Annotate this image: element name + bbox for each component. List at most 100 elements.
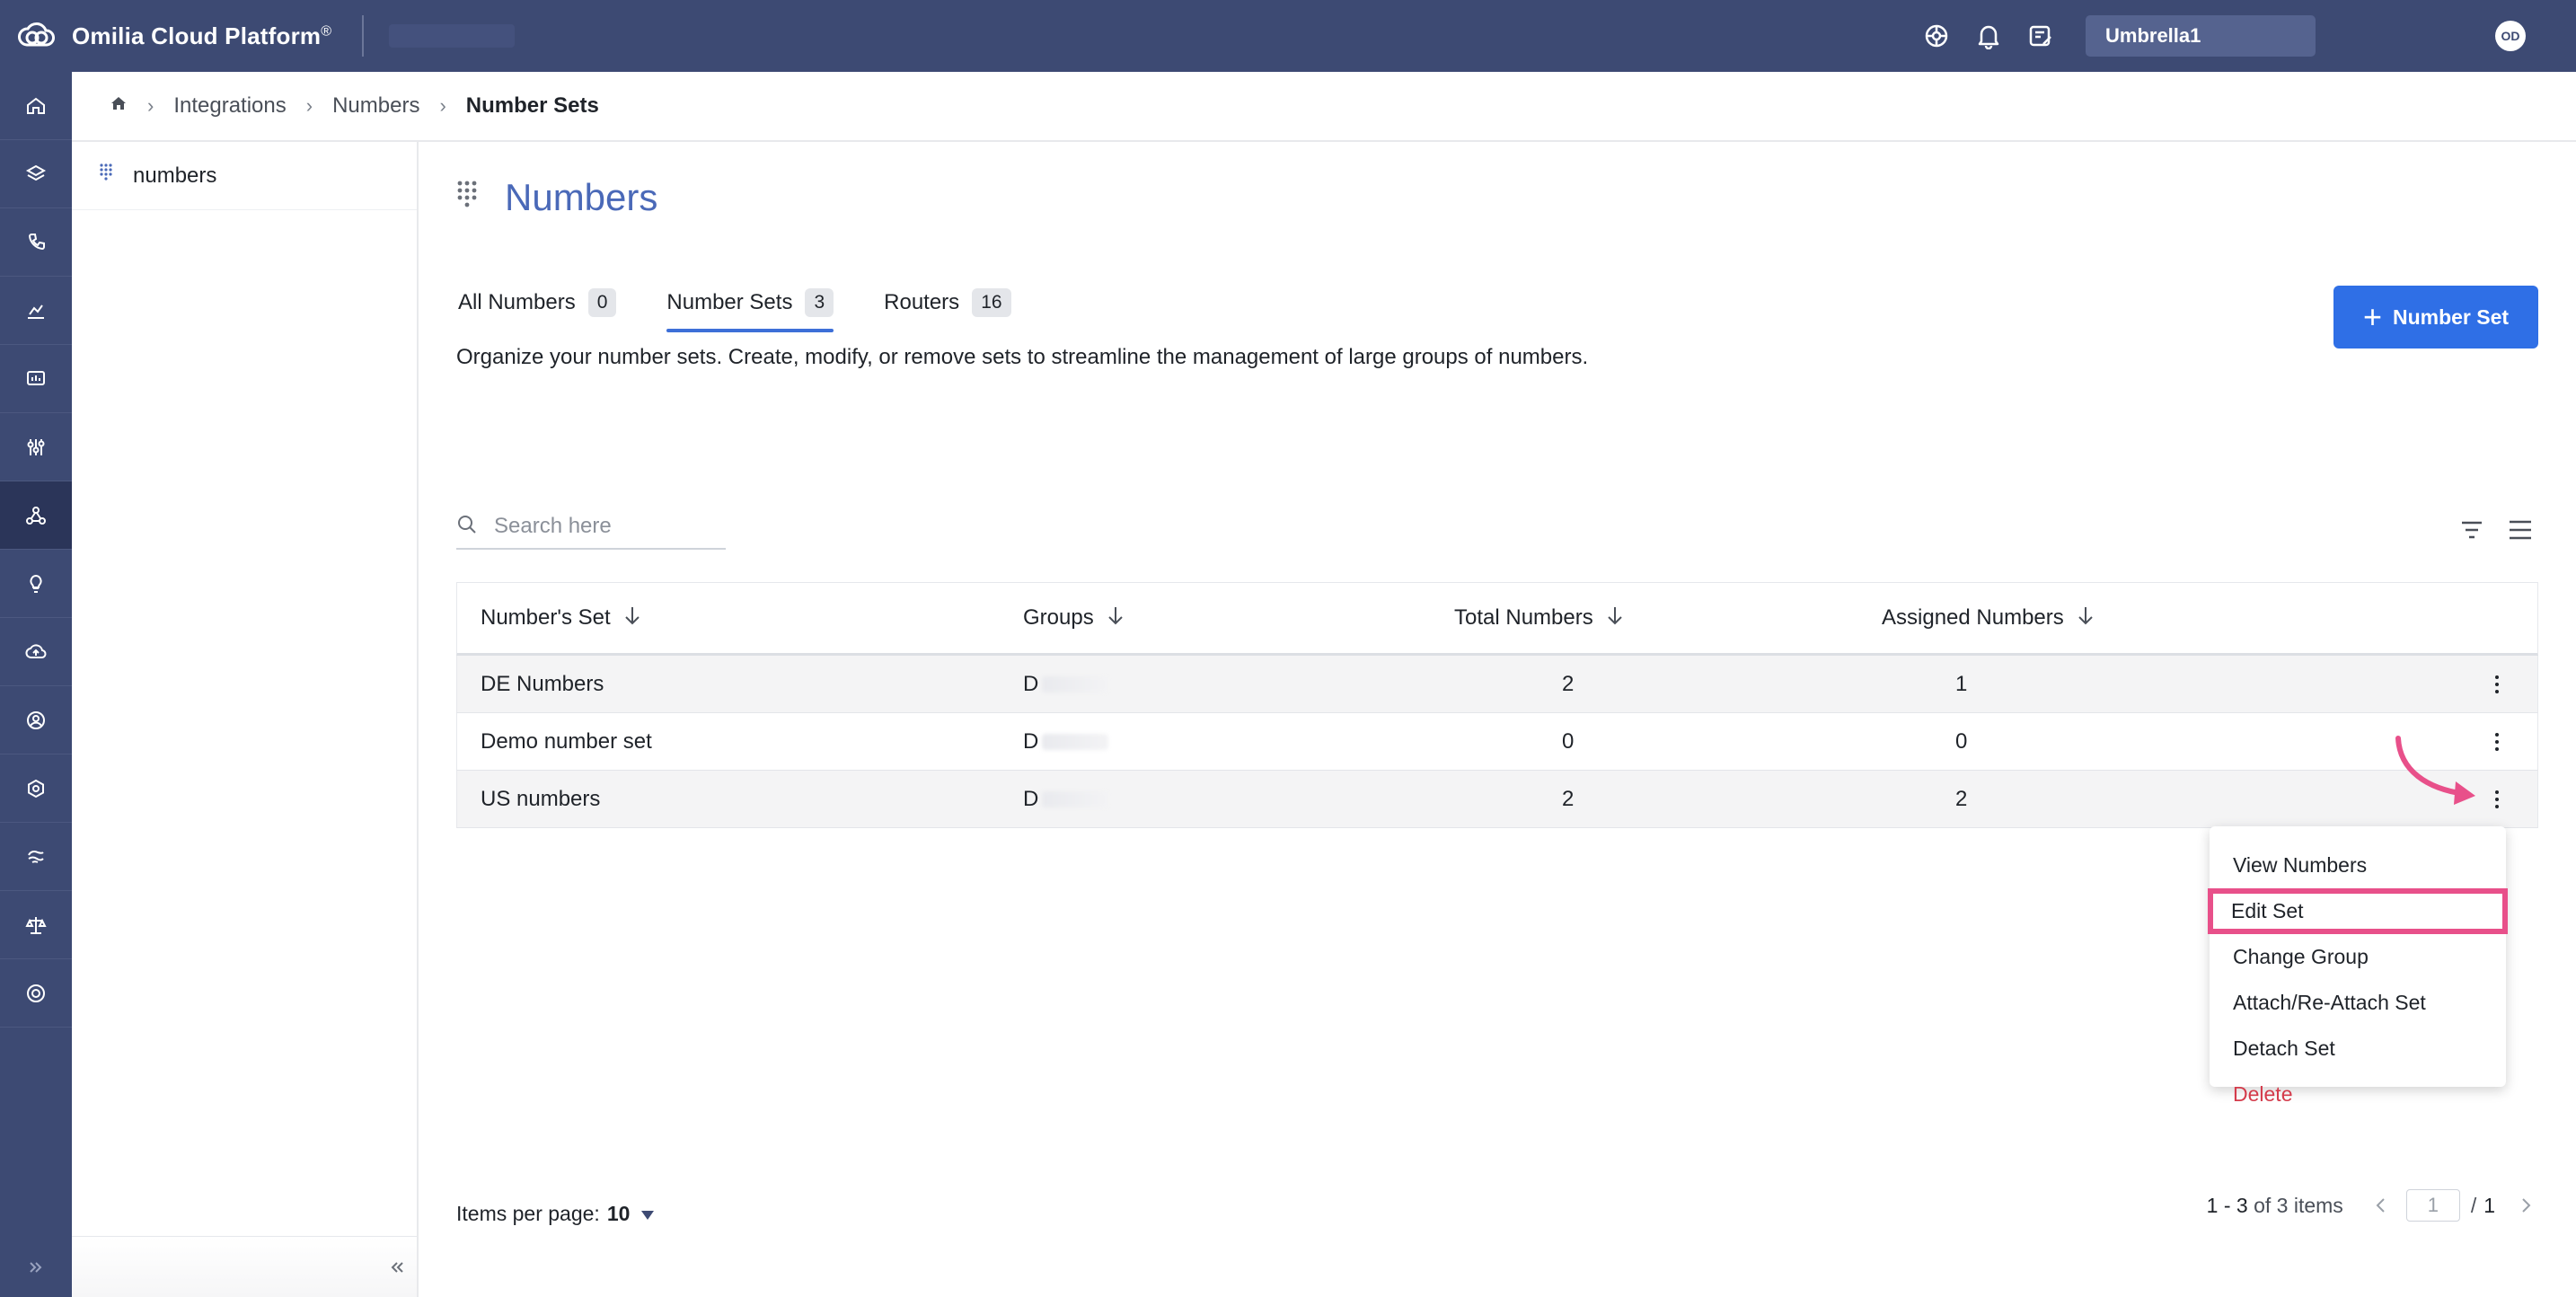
cell-set-name: DE Numbers bbox=[481, 671, 604, 696]
cell-assigned-numbers: 2 bbox=[1955, 786, 1968, 811]
plus-icon: + bbox=[2362, 298, 2382, 335]
tab-bar: All Numbers 0 Number Sets 3 Routers 16 bbox=[458, 273, 1062, 332]
column-header-label: Number's Set bbox=[481, 605, 611, 630]
table-header: Number's Set Groups Total Numbers Assign… bbox=[456, 582, 2538, 656]
table-row[interactable]: Demo number set D 0 0 bbox=[456, 713, 2538, 771]
cell-set-name: US numbers bbox=[481, 786, 601, 811]
topbar-blurred-field bbox=[389, 24, 516, 48]
rail-support-icon[interactable] bbox=[0, 959, 72, 1028]
row-context-menu: View Numbers Edit Set Change Group Attac… bbox=[2208, 826, 2508, 1106]
rail-users-icon[interactable] bbox=[0, 686, 72, 754]
release-notes-icon[interactable] bbox=[2025, 20, 2057, 52]
menu-item-edit-set[interactable]: Edit Set bbox=[2208, 888, 2508, 934]
tab-number-sets[interactable]: Number Sets 3 bbox=[666, 273, 834, 332]
rail-home-icon[interactable] bbox=[0, 72, 72, 140]
brand[interactable]: Omilia Cloud Platform® bbox=[16, 18, 331, 54]
items-per-page-label: Items per page: bbox=[456, 1202, 600, 1225]
table-tools bbox=[2441, 512, 2538, 548]
top-bar: Omilia Cloud Platform® Umbrella1 OD bbox=[0, 0, 2576, 72]
rail-expand-icon[interactable] bbox=[0, 1238, 72, 1297]
left-panel-item-numbers[interactable]: numbers bbox=[72, 142, 417, 210]
breadcrumb: › Integrations › Numbers › Number Sets bbox=[72, 72, 2576, 142]
left-panel: numbers bbox=[72, 142, 419, 1297]
search-box bbox=[456, 505, 726, 550]
tenant-selector[interactable]: Umbrella1 bbox=[2086, 15, 2316, 57]
column-header-groups[interactable]: Groups bbox=[1023, 604, 1454, 632]
column-header-label: Assigned Numbers bbox=[1882, 605, 2064, 630]
tab-all-numbers[interactable]: All Numbers 0 bbox=[458, 273, 617, 332]
cell-set-name: Demo number set bbox=[481, 728, 652, 754]
filter-icon[interactable] bbox=[2454, 512, 2490, 548]
breadcrumb-separator-icon: › bbox=[147, 94, 154, 117]
main-content: Numbers All Numbers 0 Number Sets 3 Rout… bbox=[420, 142, 2576, 1297]
rail-cloud-icon[interactable] bbox=[0, 618, 72, 686]
breadcrumb-home-icon[interactable] bbox=[110, 93, 128, 119]
rail-monitor-icon[interactable] bbox=[0, 345, 72, 413]
column-header-total-numbers[interactable]: Total Numbers bbox=[1454, 604, 1882, 632]
help-wheel-icon[interactable] bbox=[1920, 20, 1953, 52]
cell-assigned-numbers: 0 bbox=[1955, 728, 1968, 754]
cell-group: D bbox=[1023, 729, 1454, 754]
sort-arrow-down-icon[interactable] bbox=[1606, 604, 1624, 632]
items-per-page-value[interactable]: 10 bbox=[607, 1202, 631, 1226]
tab-count-badge: 0 bbox=[587, 288, 617, 317]
topbar-divider bbox=[362, 15, 365, 57]
tab-label: Routers bbox=[884, 290, 960, 314]
collapse-panel-button[interactable] bbox=[72, 1236, 417, 1297]
rail-settings-icon[interactable] bbox=[0, 754, 72, 823]
chevron-left-icon[interactable] bbox=[2369, 1193, 2394, 1218]
app-rail bbox=[0, 72, 72, 1297]
rail-analytics-icon[interactable] bbox=[0, 277, 72, 345]
menu-item-detach-set[interactable]: Detach Set bbox=[2210, 1026, 2506, 1072]
user-avatar[interactable]: OD bbox=[2495, 21, 2526, 51]
omilia-logo-icon bbox=[16, 18, 57, 54]
cell-assigned-numbers: 1 bbox=[1955, 671, 1968, 696]
caret-down-icon[interactable] bbox=[640, 1202, 655, 1226]
page-description: Organize your number sets. Create, modif… bbox=[456, 345, 1589, 369]
breadcrumb-number-sets: Number Sets bbox=[465, 93, 599, 118]
dialpad-icon bbox=[99, 163, 113, 189]
table-row[interactable]: US numbers D 2 2 bbox=[456, 771, 2538, 828]
menu-item-change-group[interactable]: Change Group bbox=[2210, 934, 2506, 980]
menu-item-view-numbers[interactable]: View Numbers bbox=[2210, 843, 2506, 888]
page-number-input[interactable]: 1 bbox=[2405, 1189, 2460, 1222]
page-header: Numbers bbox=[456, 176, 657, 219]
rail-brain-icon[interactable] bbox=[0, 823, 72, 891]
column-header-label: Groups bbox=[1023, 605, 1094, 630]
menu-item-attach-set[interactable]: Attach/Re-Attach Set bbox=[2210, 980, 2506, 1026]
sort-arrow-down-icon[interactable] bbox=[1107, 604, 1125, 632]
tab-routers[interactable]: Routers 16 bbox=[884, 273, 1011, 332]
page-title: Numbers bbox=[505, 176, 658, 218]
column-header-number-set[interactable]: Number's Set bbox=[457, 604, 1023, 632]
search-icon bbox=[456, 514, 478, 540]
tab-label: All Numbers bbox=[458, 290, 576, 314]
cell-total-numbers: 2 bbox=[1562, 671, 1575, 696]
rail-sliders-icon[interactable] bbox=[0, 413, 72, 481]
rail-integrations-icon[interactable] bbox=[0, 481, 72, 550]
search-input[interactable] bbox=[494, 514, 710, 539]
row-actions-kebab-icon[interactable] bbox=[2483, 666, 2510, 702]
rail-scale-icon[interactable] bbox=[0, 891, 72, 959]
sort-arrow-down-icon[interactable] bbox=[2077, 604, 2095, 632]
breadcrumb-integrations[interactable]: Integrations bbox=[173, 93, 286, 119]
columns-menu-icon[interactable] bbox=[2502, 512, 2538, 548]
breadcrumb-numbers[interactable]: Numbers bbox=[332, 93, 419, 119]
menu-item-delete[interactable]: Delete bbox=[2210, 1072, 2506, 1117]
pagination-range: 1 - 3 of 3 items bbox=[2206, 1193, 2343, 1217]
sort-arrow-down-icon[interactable] bbox=[623, 604, 641, 632]
rail-layers-icon[interactable] bbox=[0, 140, 72, 208]
number-sets-table: Number's Set Groups Total Numbers Assign… bbox=[456, 582, 2538, 828]
dialpad-icon bbox=[456, 180, 478, 216]
notification-bell-icon[interactable] bbox=[1972, 20, 2005, 52]
redacted-text bbox=[1042, 734, 1109, 751]
tab-count-badge: 16 bbox=[972, 288, 1011, 317]
rail-idea-icon[interactable] bbox=[0, 550, 72, 618]
rail-phone-icon[interactable] bbox=[0, 208, 72, 277]
cell-total-numbers: 0 bbox=[1562, 728, 1575, 754]
chevron-right-icon[interactable] bbox=[2513, 1193, 2538, 1218]
table-row[interactable]: DE Numbers D 2 1 bbox=[456, 656, 2538, 713]
column-header-assigned-numbers[interactable]: Assigned Numbers bbox=[1882, 604, 2457, 632]
column-header-label: Total Numbers bbox=[1454, 605, 1593, 630]
add-number-set-button[interactable]: + Number Set bbox=[2333, 286, 2538, 349]
app-title: Omilia Cloud Platform® bbox=[72, 22, 332, 49]
